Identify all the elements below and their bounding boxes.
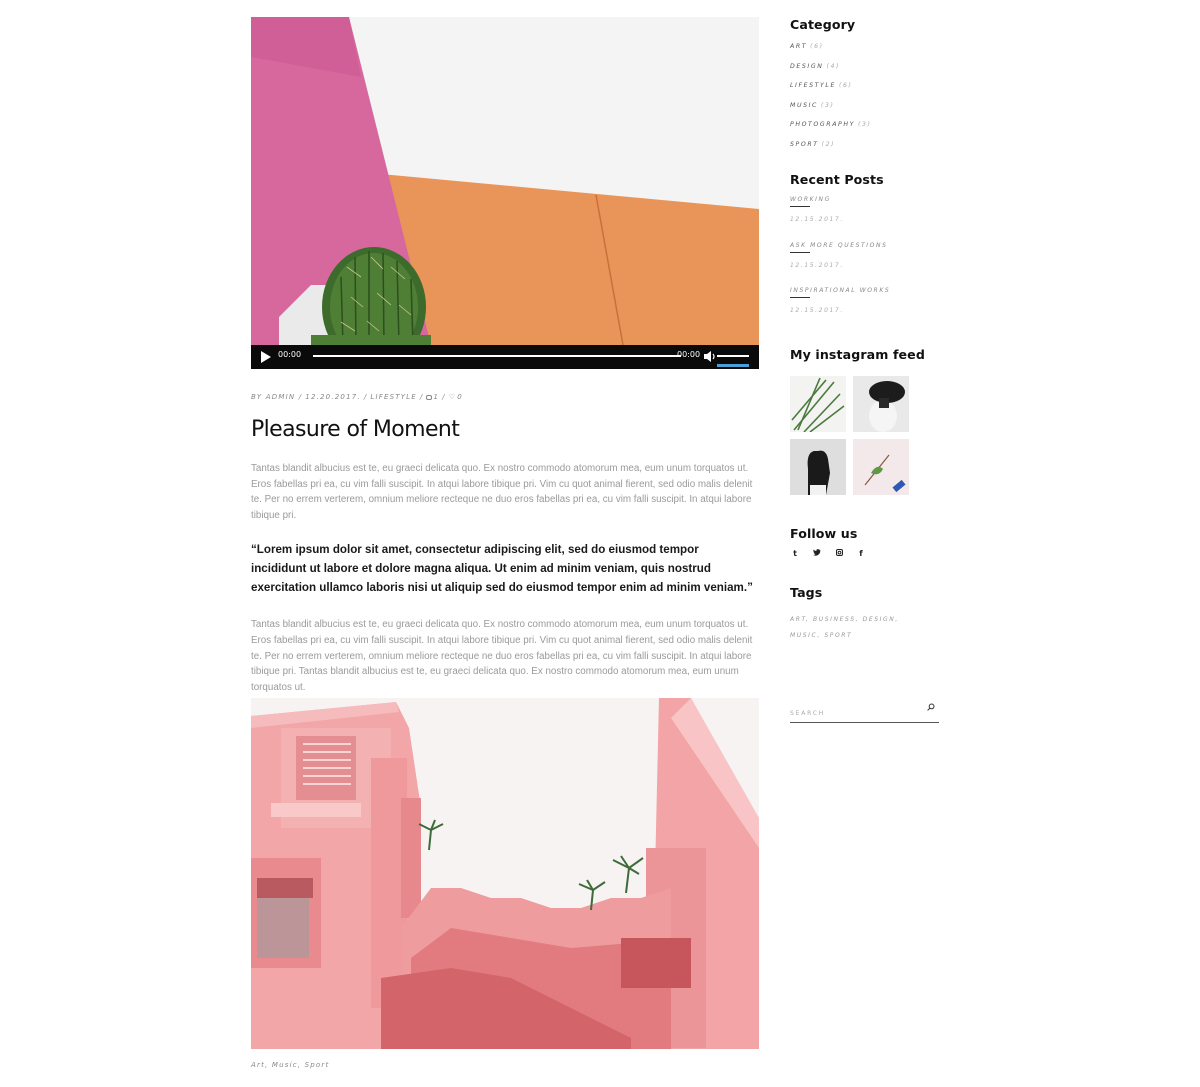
search-input[interactable]	[790, 706, 920, 721]
instagram-thumb[interactable]	[853, 375, 909, 432]
video-player[interactable]: 00:00 00:00	[251, 17, 759, 369]
recent-post-item[interactable]: WORKING 12.15.2017.	[790, 196, 950, 242]
comment-icon	[426, 395, 433, 400]
recent-post-date: 12.15.2017.	[790, 216, 844, 223]
instagram-thumb[interactable]	[790, 438, 846, 495]
category-item[interactable]: DESIGN (4)	[790, 63, 950, 83]
instagram-thumb[interactable]	[853, 438, 909, 495]
recent-post-title[interactable]: ASK MORE QUESTIONS	[790, 242, 950, 249]
blog-post: 00:00 00:00 BY ADMIN / 12.20.2017. / LIF…	[251, 17, 759, 695]
volume-rail[interactable]	[717, 355, 749, 357]
search-box	[790, 700, 939, 723]
search-icon[interactable]	[927, 703, 935, 711]
category-label[interactable]: DESIGN	[790, 63, 823, 70]
divider	[790, 251, 810, 253]
current-time: 00:00	[278, 350, 302, 359]
tags-title: Tags	[790, 584, 823, 600]
post-quote: “Lorem ipsum dolor sit amet, consectetur…	[251, 543, 753, 595]
volume-level	[717, 364, 749, 367]
recent-post-item[interactable]: INSPIRATIONAL WORKS 12.15.2017.	[790, 287, 950, 333]
comments-link[interactable]: 1	[426, 393, 439, 401]
meta-separator: /	[419, 393, 424, 401]
category-item[interactable]: MUSIC (3)	[790, 102, 950, 122]
play-icon[interactable]	[261, 351, 271, 363]
volume-icon[interactable]	[703, 350, 717, 363]
divider	[790, 206, 810, 207]
recent-post-date: 12.15.2017.	[790, 261, 844, 269]
tag-cloud[interactable]: ART, BUSINESS, DESIGN, MUSIC, SPORT	[790, 612, 920, 644]
category-count: (4)	[826, 62, 841, 70]
post-meta: BY ADMIN / 12.20.2017. / LIFESTYLE / 1 /…	[251, 393, 759, 401]
category-count: (3)	[820, 101, 835, 109]
category-count: (6)	[810, 43, 824, 50]
category-item[interactable]: LIFESTYLE (6)	[790, 82, 950, 102]
category-count: (3)	[858, 121, 872, 128]
recent-posts-title: Recent Posts	[790, 172, 884, 187]
category-list: ART (6) DESIGN (4) LIFESTYLE (6) MUSIC (3) P…	[790, 43, 950, 160]
divider	[790, 297, 810, 298]
instagram-title: My instagram feed	[790, 346, 925, 362]
instagram-thumb[interactable]	[790, 375, 846, 432]
recent-post-date: 12.15.2017.	[790, 307, 844, 314]
progress-rail[interactable]	[313, 355, 681, 357]
twitter-icon[interactable]	[813, 548, 821, 558]
facebook-icon[interactable]: f	[857, 549, 865, 558]
category-count: (2)	[821, 140, 836, 148]
recent-posts-list: WORKING 12.15.2017. ASK MORE QUESTIONS 1…	[790, 196, 950, 333]
post-tags[interactable]: Art, Music, Sport	[251, 1061, 329, 1069]
post-category[interactable]: LIFESTYLE	[370, 393, 417, 401]
category-item[interactable]: PHOTOGRAPHY (3)	[790, 121, 950, 141]
post-title[interactable]: Pleasure of Moment	[251, 417, 759, 442]
tumblr-icon[interactable]: t	[791, 549, 799, 558]
category-label[interactable]: PHOTOGRAPHY	[790, 121, 855, 128]
duration: 00:00	[677, 350, 701, 359]
likes-link[interactable]: ♡0	[449, 393, 463, 401]
video-poster[interactable]	[251, 17, 759, 345]
post-paragraph: Tantas blandit albucius est te, eu graec…	[251, 619, 753, 693]
sidebar: Category ART (6) DESIGN (4) LIFESTYLE (6) M…	[790, 17, 950, 644]
category-label[interactable]: MUSIC	[790, 102, 818, 109]
recent-post-title[interactable]: WORKING	[790, 196, 950, 203]
category-title: Category	[790, 17, 856, 32]
follow-title: Follow us	[790, 525, 858, 541]
category-label[interactable]: SPORT	[790, 141, 819, 148]
instagram-grid	[790, 375, 950, 495]
heart-icon: ♡	[448, 393, 457, 401]
post-paragraph: Tantas blandit albucius est te, eu graec…	[251, 463, 753, 521]
like-count: 0	[457, 393, 463, 401]
category-label[interactable]: ART	[790, 43, 807, 50]
comment-count: 1	[433, 393, 440, 401]
post-author[interactable]: BY ADMIN /	[251, 393, 302, 401]
category-item[interactable]: ART (6)	[790, 43, 950, 63]
category-item[interactable]: SPORT (2)	[790, 141, 950, 161]
social-links: t f	[790, 548, 950, 558]
recent-post-title[interactable]: INSPIRATIONAL WORKS	[790, 287, 950, 294]
instagram-icon[interactable]	[835, 548, 843, 558]
player-controls: 00:00 00:00	[251, 345, 759, 369]
category-label[interactable]: LIFESTYLE	[790, 82, 836, 89]
post-date[interactable]: 12.20.2017.	[305, 393, 361, 401]
meta-separator: /	[363, 393, 368, 401]
meta-separator: /	[442, 393, 446, 401]
recent-post-item[interactable]: ASK MORE QUESTIONS 12.15.2017.	[790, 242, 950, 288]
post-image[interactable]	[251, 698, 759, 1049]
category-count: (6)	[838, 82, 853, 89]
